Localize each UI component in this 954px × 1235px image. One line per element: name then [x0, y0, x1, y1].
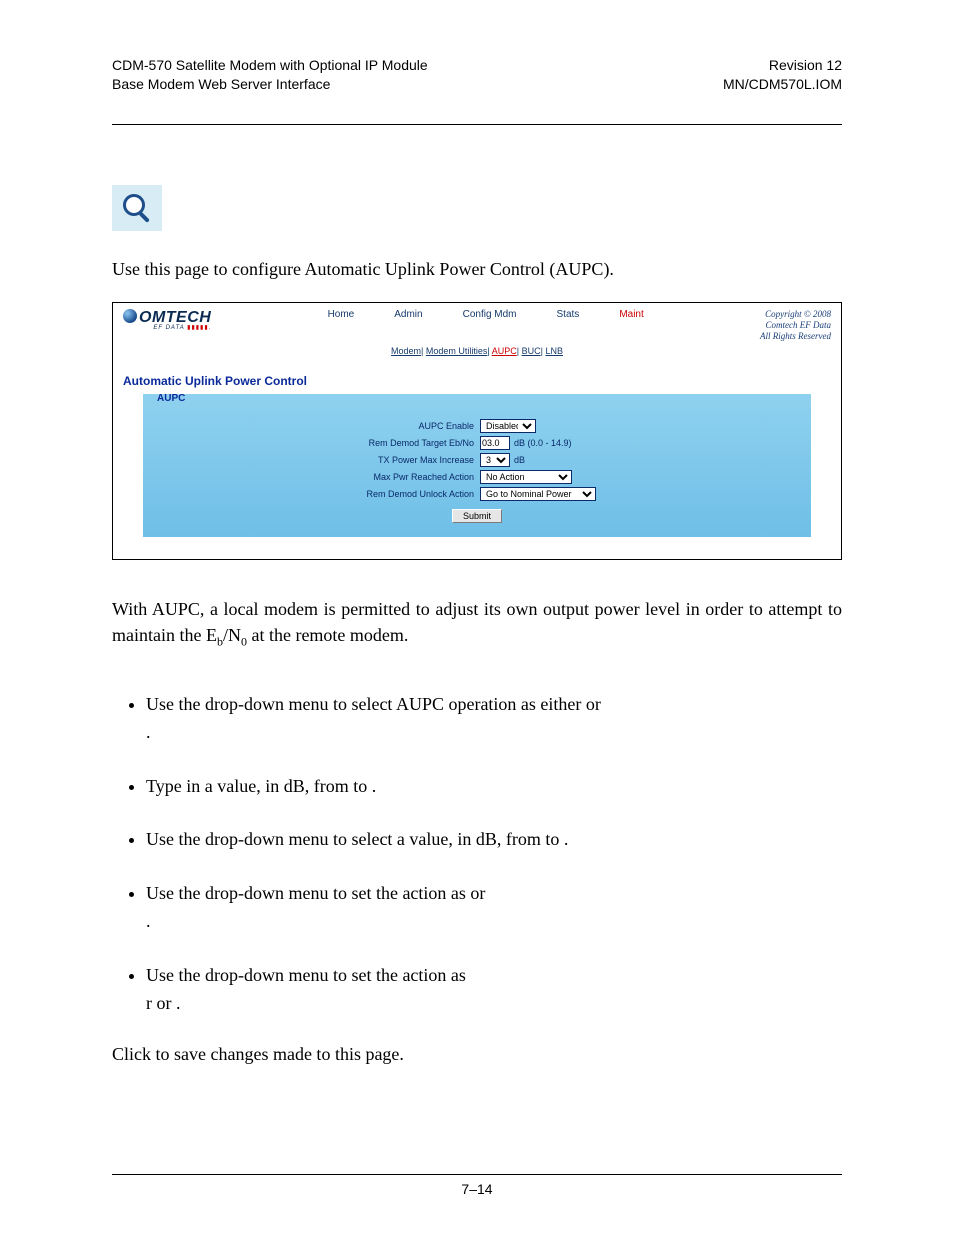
unlock-action-select[interactable]: Go to Nominal Power: [480, 487, 596, 501]
maxpwr-label: Max Pwr Reached Action: [324, 472, 474, 482]
target-ebno-input[interactable]: [480, 436, 510, 450]
subnav-modem[interactable]: Modem: [391, 346, 421, 356]
bullet-2: Type in a value, in dB, from to .: [146, 773, 842, 801]
header-right-line1: Revision 12: [723, 56, 842, 75]
unlock-label: Rem Demod Unlock Action: [324, 489, 474, 499]
txmax-label: TX Power Max Increase: [324, 455, 474, 465]
txmax-unit: dB: [514, 455, 525, 465]
nav-home[interactable]: Home: [328, 309, 355, 320]
intro-text: Use this page to configure Automatic Upl…: [112, 257, 842, 282]
target-hint: dB (0.0 - 14.9): [514, 438, 572, 448]
subnav-buc[interactable]: BUC: [522, 346, 541, 356]
header-left-line2: Base Modem Web Server Interface: [112, 75, 428, 94]
header-right-line2: MN/CDM570L.IOM: [723, 75, 842, 94]
after-list-line: Click to save changes made to this page.: [112, 1044, 842, 1065]
page-header: CDM-570 Satellite Modem with Optional IP…: [112, 56, 842, 94]
globe-icon: [123, 309, 137, 323]
aupc-enable-select[interactable]: Disabled: [480, 419, 536, 433]
enable-label: AUPC Enable: [324, 421, 474, 431]
subnav-lnb[interactable]: LNB: [545, 346, 563, 356]
magnifier-icon-box: [112, 185, 162, 231]
screenshot-title: Automatic Uplink Power Control: [113, 356, 841, 394]
nav-config-mdm[interactable]: Config Mdm: [463, 309, 517, 320]
bullet-1: Use the drop-down menu to select AUPC op…: [146, 691, 842, 747]
subnav-aupc[interactable]: AUPC: [492, 346, 517, 356]
target-label: Rem Demod Target Eb/No: [324, 438, 474, 448]
submit-button[interactable]: Submit: [452, 509, 502, 523]
bullet-4: Use the drop-down menu to set the action…: [146, 880, 842, 936]
header-left-line1: CDM-570 Satellite Modem with Optional IP…: [112, 56, 428, 75]
bullet-5: Use the drop-down menu to set the action…: [146, 962, 842, 1018]
copyright-block: Copyright © 2008 Comtech EF Data All Rig…: [760, 309, 831, 343]
brand-block: OMTECH EF DATA ▮▮▮▮▮.: [123, 309, 211, 331]
page-footer: 7–14: [112, 1174, 842, 1197]
main-nav: Home Admin Config Mdm Stats Maint: [211, 309, 760, 320]
nav-admin[interactable]: Admin: [394, 309, 422, 320]
nav-maint[interactable]: Maint: [619, 309, 643, 320]
sub-nav: Modem| Modem Utilities| AUPC| BUC| LNB: [113, 346, 841, 356]
magnifier-icon: [123, 194, 151, 222]
bullet-list: Use the drop-down menu to select AUPC op…: [146, 691, 842, 1018]
nav-stats[interactable]: Stats: [557, 309, 580, 320]
txmax-select[interactable]: 3: [480, 453, 510, 467]
maxpwr-action-select[interactable]: No Action: [480, 470, 572, 484]
bullet-3: Use the drop-down menu to select a value…: [146, 826, 842, 854]
subnav-modem-utils[interactable]: Modem Utilities: [426, 346, 488, 356]
aupc-screenshot: OMTECH EF DATA ▮▮▮▮▮. Home Admin Config …: [112, 302, 842, 560]
header-rule: [112, 124, 842, 125]
page-number: 7–14: [112, 1181, 842, 1197]
aupc-groupbox: AUPC AUPC Enable Disabled Rem Demod Targ…: [143, 394, 811, 537]
body-paragraph: With AUPC, a local modem is permitted to…: [112, 596, 842, 651]
group-legend: AUPC: [157, 393, 185, 404]
